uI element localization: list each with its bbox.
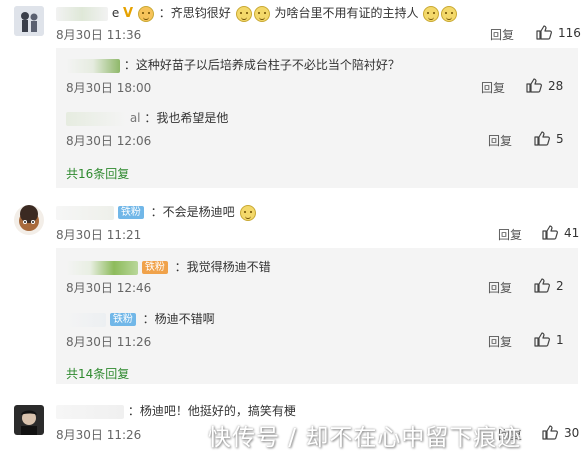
reply-list: ：这种好苗子以后培养成台柱子不必比当个陪衬好？ 8月30日 18:00 回复 2…: [56, 48, 578, 188]
blurred-username[interactable]: [66, 111, 126, 126]
reply-text: ：我也希望是他: [144, 111, 229, 125]
reply-text: ：我觉得杨迪不错: [174, 260, 271, 274]
timestamp: 8月30日 18:00: [66, 81, 152, 95]
reply-button[interactable]: 回复: [498, 226, 522, 243]
comment-body: e V ：齐思钧很好 为啥台里不用有证的主持人: [56, 4, 458, 22]
comment-body: ：杨迪吧！他挺好的，搞笑有梗: [56, 402, 296, 419]
comment-text: ：不会是杨迪吧: [150, 205, 235, 219]
like-button[interactable]: 2: [534, 278, 564, 293]
avatar-image: [14, 405, 44, 435]
reply-text: ：这种好苗子以后培养成台柱子不必比当个陪衬好？: [123, 58, 400, 72]
blurred-username[interactable]: [56, 205, 114, 220]
thumbs-up-icon: [534, 332, 550, 347]
like-count: 5: [556, 131, 564, 146]
reply-body: al ：我也希望是他: [66, 109, 228, 126]
comment-text: ：齐思钧很好: [158, 6, 231, 20]
fan-badge: 铁粉: [109, 313, 136, 326]
username[interactable]: e: [112, 6, 119, 20]
reply-body: 铁粉 ：我觉得杨迪不错: [66, 258, 271, 275]
laughing-tears-emoji: [137, 5, 154, 22]
blurred-username[interactable]: [66, 58, 120, 73]
view-more-replies-link[interactable]: 共14条回复: [66, 365, 129, 382]
reply-list: 铁粉 ：我觉得杨迪不错 8月30日 12:46 回复 2 铁粉 ：杨迪不错啊 8…: [56, 248, 578, 384]
comment-text-2: 为啥台里不用有证的主持人: [274, 6, 419, 20]
reply-button[interactable]: 回复: [490, 26, 514, 43]
avatar[interactable]: [14, 205, 44, 235]
thumbs-up-icon: [542, 425, 558, 440]
laughing-tears-emoji: [441, 5, 458, 22]
fan-badge: 铁粉: [141, 261, 168, 274]
like-count: 116: [558, 25, 581, 40]
like-button[interactable]: 116: [536, 25, 581, 40]
avatar-image: [14, 205, 44, 235]
comment-text: ：杨迪吧！他挺好的，搞笑有梗: [127, 404, 296, 418]
like-count: 1: [556, 332, 564, 347]
reply-button[interactable]: 回复: [488, 279, 512, 296]
like-count: 28: [548, 78, 564, 93]
like-button[interactable]: 28: [526, 78, 563, 93]
timestamp: 8月30日 11:36: [56, 28, 142, 42]
like-count: 30: [564, 425, 580, 440]
timestamp: 8月30日 11:21: [56, 228, 142, 242]
reply-button[interactable]: 回复: [488, 333, 512, 350]
gold-v-icon: V: [123, 6, 134, 21]
like-button[interactable]: 5: [534, 131, 564, 146]
avatar[interactable]: [14, 6, 44, 36]
like-button[interactable]: 30: [542, 425, 579, 440]
blurred-username[interactable]: [56, 6, 108, 21]
thumbs-up-icon: [536, 25, 552, 40]
reply-button[interactable]: 回复: [488, 132, 512, 149]
laughing-tears-emoji: [253, 5, 270, 22]
watermark: 快传号 / 却不在心中留下痕迹: [208, 425, 522, 451]
blurred-username[interactable]: [56, 404, 124, 419]
view-more-replies-link[interactable]: 共16条回复: [66, 165, 129, 182]
like-button[interactable]: 1: [534, 332, 564, 347]
comment-body: 铁粉 ：不会是杨迪吧: [56, 203, 257, 221]
blurred-username[interactable]: [66, 312, 106, 327]
like-count: 41: [564, 225, 580, 240]
laughing-tears-emoji: [239, 204, 256, 221]
timestamp: 8月30日 12:46: [66, 281, 152, 295]
laughing-tears-emoji: [423, 5, 440, 22]
avatar[interactable]: [14, 405, 44, 435]
blurred-username[interactable]: [66, 260, 138, 275]
username[interactable]: al: [130, 111, 141, 125]
thumbs-up-icon: [534, 278, 550, 293]
like-count: 2: [556, 278, 564, 293]
reply-button[interactable]: 回复: [481, 79, 505, 96]
thumbs-up-icon: [542, 225, 558, 240]
fan-badge: 铁粉: [117, 206, 144, 219]
laughing-tears-emoji: [235, 5, 252, 22]
like-button[interactable]: 41: [542, 225, 579, 240]
timestamp: 8月30日 12:06: [66, 134, 152, 148]
timestamp: 8月30日 11:26: [56, 428, 142, 442]
thumbs-up-icon: [526, 78, 542, 93]
reply-body: 铁粉 ：杨迪不错啊: [66, 310, 215, 327]
reply-body: ：这种好苗子以后培养成台柱子不必比当个陪衬好？: [66, 56, 400, 73]
timestamp: 8月30日 11:26: [66, 335, 152, 349]
avatar-image: [14, 6, 44, 36]
reply-text: ：杨迪不错啊: [142, 312, 215, 326]
thumbs-up-icon: [534, 131, 550, 146]
